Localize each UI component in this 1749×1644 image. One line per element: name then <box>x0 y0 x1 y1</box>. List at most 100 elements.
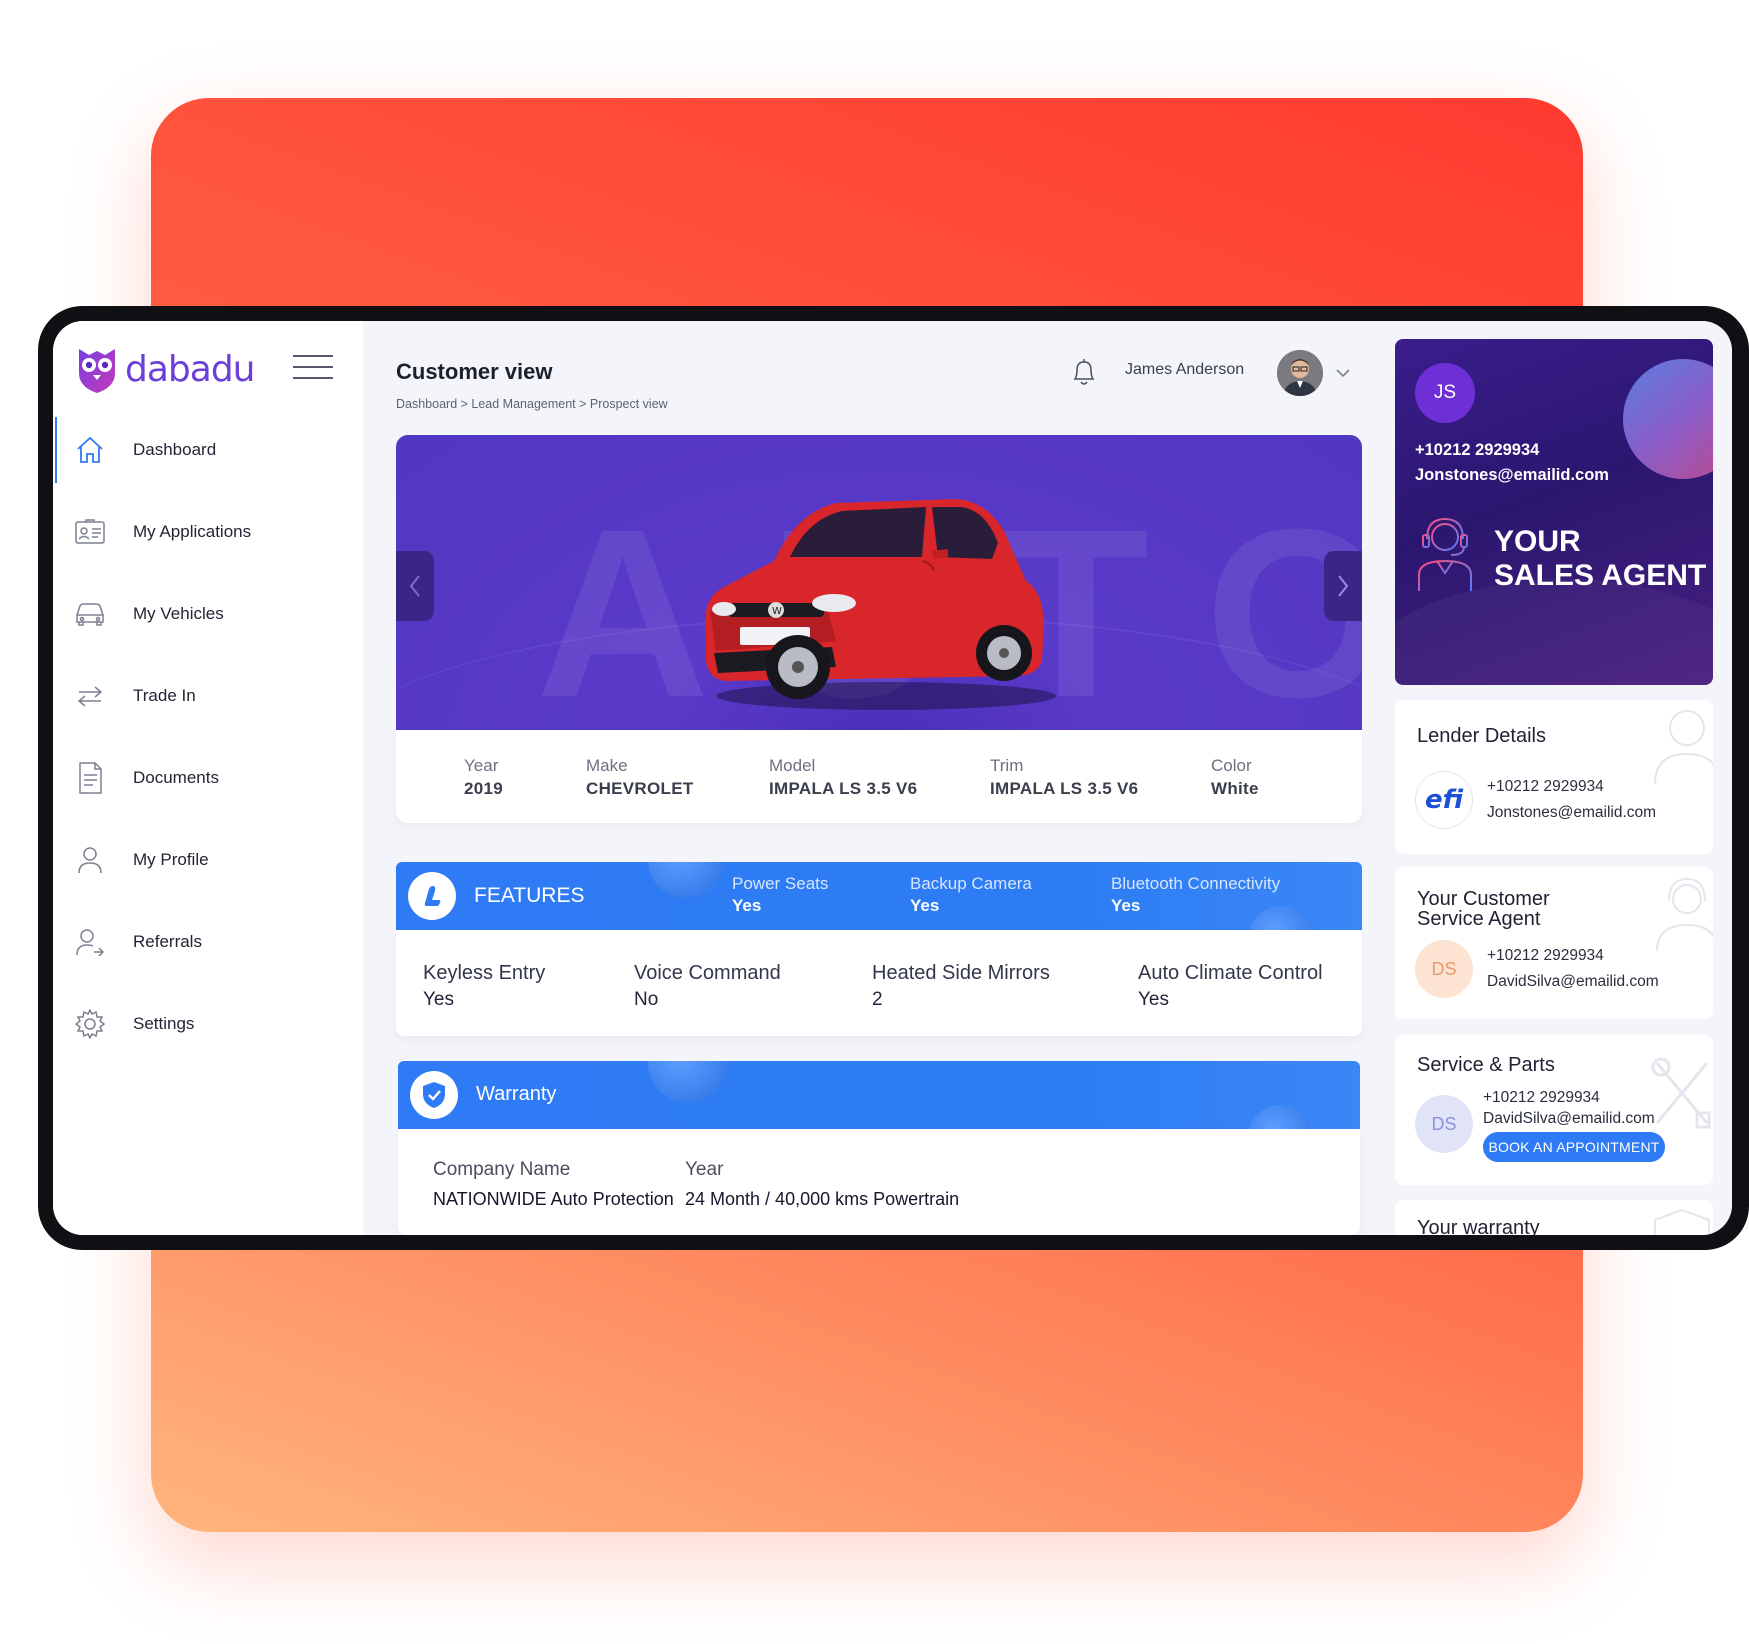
warranty-body: Company Name Year NATIONWIDE Auto Protec… <box>398 1129 1360 1235</box>
spec-label: Trim <box>990 756 1024 775</box>
service-parts-avatar: DS <box>1415 1095 1473 1153</box>
document-icon <box>73 761 107 795</box>
sidebar-item-trade-in[interactable]: Trade In <box>53 655 363 737</box>
bubble-decoration <box>648 1061 728 1103</box>
vehicle-specs: Year 2019 Make CHEVROLET Model IMPALA LS… <box>396 730 1362 823</box>
sidebar-item-label: My Applications <box>133 522 252 541</box>
carousel-next-button[interactable] <box>1324 551 1362 621</box>
service-parts-card[interactable]: Service & Parts DS +10212 2929934 DavidS… <box>1395 1035 1713 1185</box>
sidebar: dabadu Dashboard My Applications My Vehi… <box>53 321 363 1235</box>
service-agent-title: Your Customer Service Agent <box>1417 889 1550 929</box>
heading-line: SALES AGENT <box>1494 559 1707 592</box>
title-line: Service Agent <box>1417 908 1541 930</box>
feature-power-seats: Power Seats Yes <box>732 874 828 916</box>
sales-agent-card[interactable]: JS +10212 2929934 Jonstones@emailid.com <box>1395 339 1713 685</box>
service-parts-title: Service & Parts <box>1417 1054 1555 1076</box>
feature-label: Voice Command <box>634 962 781 984</box>
app-screen: dabadu Dashboard My Applications My Vehi… <box>53 321 1732 1235</box>
sidebar-item-my-applications[interactable]: My Applications <box>53 491 363 573</box>
feature-value: Yes <box>732 896 762 915</box>
vehicle-hero-banner: AUTO W <box>396 435 1362 730</box>
feature-value: 2 <box>872 989 883 1010</box>
sidebar-item-label: Documents <box>133 768 219 787</box>
lender-email: Jonstones@emailid.com <box>1487 804 1657 821</box>
bubble-decoration <box>648 862 724 898</box>
right-panel: JS +10212 2929934 Jonstones@emailid.com <box>1381 321 1732 1235</box>
features-header: FEATURES Power Seats Yes Backup Camera Y… <box>396 862 1362 930</box>
efi-logo: efi <box>1415 771 1473 829</box>
feature-heated-mirrors: Heated Side Mirrors 2 <box>872 962 1050 1011</box>
efi-logo-text: efi <box>1424 785 1464 815</box>
tools-ghost-icon <box>1647 1053 1713 1138</box>
seat-icon <box>408 872 456 920</box>
book-appointment-button[interactable]: BOOK AN APPOINTMENT <box>1483 1132 1665 1162</box>
spec-make: Make CHEVROLET <box>586 756 694 799</box>
shield-ghost-icon <box>1647 1204 1713 1235</box>
spec-value: IMPALA LS 3.5 V6 <box>769 779 918 798</box>
shield-check-icon <box>410 1071 458 1119</box>
agent-avatar: JS <box>1415 363 1475 423</box>
feature-label: Bluetooth Connectivity <box>1111 874 1281 893</box>
user-avatar[interactable] <box>1277 350 1323 396</box>
sidebar-item-documents[interactable]: Documents <box>53 737 363 819</box>
user-ghost-icon <box>1647 704 1713 789</box>
feature-value: No <box>634 989 659 1010</box>
feature-keyless-entry: Keyless Entry Yes <box>423 962 545 1011</box>
agent-phone: +10212 2929934 <box>1415 441 1540 459</box>
sidebar-item-referrals[interactable]: Referrals <box>53 901 363 983</box>
user-name[interactable]: James Anderson <box>1125 361 1244 379</box>
headset-agent-icon <box>1415 515 1475 598</box>
spec-label: Color <box>1211 756 1252 775</box>
chevron-down-icon[interactable] <box>1335 365 1351 383</box>
warranty-company-value: NATIONWIDE Auto Protection <box>433 1189 674 1209</box>
service-agent-card[interactable]: Your Customer Service Agent DS +10212 29… <box>1395 867 1713 1019</box>
lender-card[interactable]: Lender Details efi +10212 2929934 Jonsto… <box>1395 700 1713 854</box>
sidebar-item-my-profile[interactable]: My Profile <box>53 819 363 901</box>
spec-color: Color White <box>1211 756 1259 799</box>
sidebar-nav: Dashboard My Applications My Vehicles Tr… <box>53 409 363 1065</box>
feature-voice-command: Voice Command No <box>634 962 781 1011</box>
sidebar-item-label: My Profile <box>133 850 209 869</box>
breadcrumb[interactable]: Dashboard > Lead Management > Prospect v… <box>396 397 668 411</box>
your-warranty-card[interactable]: Your warranty <box>1395 1200 1713 1235</box>
brand-logo[interactable]: dabadu <box>75 343 255 395</box>
spec-label: Year <box>464 756 499 775</box>
sidebar-item-label: Dashboard <box>133 440 217 459</box>
blob-decoration <box>1623 359 1713 479</box>
owl-logo-icon <box>79 349 115 393</box>
notification-bell-icon[interactable] <box>1071 357 1097 392</box>
sidebar-item-label: My Vehicles <box>133 604 224 623</box>
sidebar-item-dashboard[interactable]: Dashboard <box>53 409 363 491</box>
brand-name: dabadu <box>125 348 255 390</box>
carousel-prev-button[interactable] <box>396 551 434 621</box>
feature-value: Yes <box>423 989 454 1010</box>
warranty-year-value: 24 Month / 40,000 kms Powertrain <box>685 1189 960 1209</box>
features-body: Keyless Entry Yes Voice Command No Heate… <box>396 930 1362 1036</box>
feature-auto-climate: Auto Climate Control Yes <box>1138 962 1323 1011</box>
page-title: Customer view <box>396 359 553 384</box>
warranty-header: Warranty <box>398 1061 1360 1129</box>
swap-arrows-icon <box>73 679 107 713</box>
title-line: Your Customer <box>1417 888 1550 910</box>
spec-value: IMPALA LS 3.5 V6 <box>990 779 1139 798</box>
feature-label: Auto Climate Control <box>1138 962 1323 984</box>
spec-label: Model <box>769 756 816 775</box>
spec-value: CHEVROLET <box>586 779 694 798</box>
menu-toggle-button[interactable] <box>293 355 333 379</box>
feature-bluetooth: Bluetooth Connectivity Yes <box>1111 874 1280 916</box>
spec-label: Make <box>586 756 628 775</box>
service-parts-email: DavidSilva@emailid.com <box>1483 1110 1655 1127</box>
spec-year: Year 2019 <box>464 756 503 799</box>
features-title: FEATURES <box>474 884 585 907</box>
car-icon <box>73 597 107 631</box>
feature-label: Heated Side Mirrors <box>872 962 1050 984</box>
feature-label: Backup Camera <box>910 874 1032 893</box>
feature-backup-camera: Backup Camera Yes <box>910 874 1032 916</box>
service-parts-phone: +10212 2929934 <box>1483 1089 1600 1106</box>
sidebar-item-my-vehicles[interactable]: My Vehicles <box>53 573 363 655</box>
feature-label: Keyless Entry <box>423 962 546 984</box>
headset-ghost-icon <box>1647 871 1713 956</box>
your-warranty-title: Your warranty <box>1417 1217 1540 1235</box>
feature-value: Yes <box>910 896 940 915</box>
sidebar-item-settings[interactable]: Settings <box>53 983 363 1065</box>
